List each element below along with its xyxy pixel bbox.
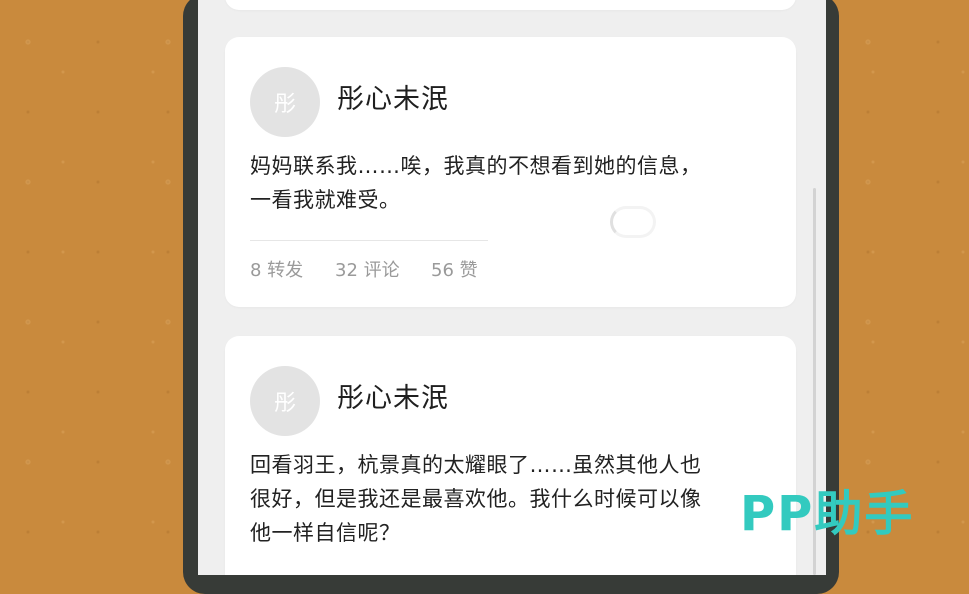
post-actions: 8 转发 32 评论 56 赞: [250, 256, 478, 282]
watermark-logo: PP助手: [740, 486, 915, 542]
username[interactable]: 彤心未泯: [337, 381, 449, 417]
post-text-line: 回看羽王，杭景真的太耀眼了……虽然其他人也: [250, 453, 702, 477]
post-text-line: 一看我就难受。: [250, 188, 401, 212]
post-text[interactable]: 回看羽王，杭景真的太耀眼了……虽然其他人也 很好，但是我还是最喜欢他。我什么时候…: [250, 448, 770, 550]
like-button[interactable]: 56 赞: [431, 256, 478, 282]
post-text-line: 妈妈联系我……唉，我真的不想看到她的信息，: [250, 154, 702, 178]
avatar[interactable]: 彤: [250, 366, 320, 436]
comment-button[interactable]: 32 评论: [335, 256, 431, 282]
divider: [250, 240, 488, 241]
repost-button[interactable]: 8 转发: [250, 256, 335, 282]
avatar[interactable]: 彤: [250, 67, 320, 137]
post-card[interactable]: 彤 彤心未泯 妈妈联系我……唉，我真的不想看到她的信息， 一看我就难受。 8 转…: [225, 37, 796, 307]
loading-spinner-icon: [610, 206, 656, 238]
post-text-line: 很好，但是我还是最喜欢他。我什么时候可以像: [250, 487, 702, 511]
post-text-line: 他一样自信呢？: [250, 521, 401, 545]
post-text[interactable]: 妈妈联系我……唉，我真的不想看到她的信息， 一看我就难受。: [250, 149, 770, 217]
previous-post-card[interactable]: [225, 0, 796, 10]
username[interactable]: 彤心未泯: [337, 82, 449, 118]
app-screen[interactable]: 彤 彤心未泯 妈妈联系我……唉，我真的不想看到她的信息， 一看我就难受。 8 转…: [198, 0, 826, 575]
post-card[interactable]: 彤 彤心未泯 回看羽王，杭景真的太耀眼了……虽然其他人也 很好，但是我还是最喜欢…: [225, 336, 796, 575]
